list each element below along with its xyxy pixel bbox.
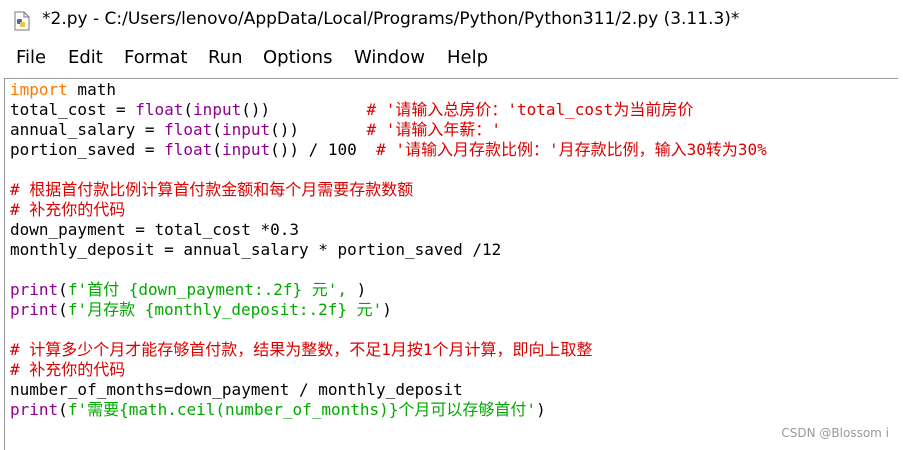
menu-options[interactable]: Options: [263, 47, 332, 68]
code-line[interactable]: annual_salary = float(input()) # '请输入年薪：…: [10, 120, 501, 140]
code-token: (: [183, 100, 194, 119]
code-token: ()): [241, 100, 367, 119]
code-token: input: [193, 100, 242, 119]
code-line[interactable]: # 补充你的代码: [10, 360, 125, 380]
code-token: (: [58, 300, 68, 319]
code-line[interactable]: number_of_months=down_payment / monthly_…: [10, 380, 463, 400]
code-token: # 补充你的代码: [10, 200, 126, 219]
code-token: # 根据首付款比例计算首付款金额和每个月需要存款数额: [10, 180, 414, 199]
code-token: f'月存款 {monthly_deposit:.2f} 元': [67, 300, 383, 319]
code-token: annual_salary =: [10, 120, 165, 139]
window-title: *2.py - C:/Users/lenovo/AppData/Local/Pr…: [42, 9, 740, 29]
code-token: (: [212, 140, 222, 159]
code-token: input: [221, 140, 271, 159]
menu-window[interactable]: Window: [354, 47, 425, 68]
code-token: ): [536, 400, 546, 419]
title-bar: *2.py - C:/Users/lenovo/AppData/Local/Pr…: [0, 0, 903, 42]
code-token: float: [164, 120, 213, 139]
code-line[interactable]: # 补充你的代码: [10, 200, 125, 220]
code-token: ): [356, 280, 367, 299]
code-editor[interactable]: import math total_cost = float(input()) #…: [4, 78, 898, 450]
code-token: number_of_months=down_payment / monthly_…: [10, 380, 463, 399]
code-token: ()) / 100: [270, 140, 377, 159]
code-token: ): [382, 300, 392, 319]
code-token: input: [221, 120, 271, 139]
code-token: # '请输入总房价：'total_cost为当前房价: [366, 100, 694, 119]
code-line[interactable]: monthly_deposit = annual_salary * portio…: [10, 240, 501, 260]
menu-format[interactable]: Format: [124, 47, 187, 68]
code-line[interactable]: print(f'月存款 {monthly_deposit:.2f} 元'): [10, 300, 392, 320]
code-token: float: [164, 140, 213, 159]
code-line[interactable]: down_payment = total_cost *0.3: [10, 220, 299, 240]
python-file-icon: [14, 11, 30, 31]
code-token: # 补充你的代码: [10, 360, 126, 379]
code-token: down_payment = total_cost *0.3: [10, 220, 299, 239]
code-token: print: [10, 280, 59, 299]
code-token: # '请输入年薪：': [366, 120, 501, 139]
code-token: print: [10, 400, 59, 419]
code-line[interactable]: # 根据首付款比例计算首付款金额和每个月需要存款数额: [10, 180, 413, 200]
code-line[interactable]: import math: [10, 80, 116, 100]
code-line[interactable]: portion_saved = float(input()) / 100 # '…: [10, 140, 767, 160]
code-token: monthly_deposit = annual_salary * portio…: [10, 240, 502, 259]
code-token: # 计算多少个月才能存够首付款，结果为整数，不足1月按1个月计算，即向上取整: [10, 340, 593, 359]
code-token: f'首付 {down_payment:.2f} 元',: [67, 280, 357, 299]
code-token: (: [58, 400, 68, 419]
menu-run[interactable]: Run: [208, 47, 243, 68]
code-token: float: [135, 100, 184, 119]
code-token: # '请输入月存款比例：'月存款比例，输入30转为30%: [376, 140, 767, 159]
code-line[interactable]: # 计算多少个月才能存够首付款，结果为整数，不足1月按1个月计算，即向上取整: [10, 340, 593, 360]
code-token: total_cost =: [10, 100, 136, 119]
menu-bar: File Edit Format Run Options Window Help: [0, 42, 903, 76]
code-token: ()): [270, 120, 367, 139]
menu-edit[interactable]: Edit: [68, 47, 103, 68]
code-token: print: [10, 300, 59, 319]
code-token: import: [10, 80, 68, 99]
code-token: (: [212, 120, 222, 139]
menu-help[interactable]: Help: [447, 47, 488, 68]
code-token: portion_saved =: [10, 140, 165, 159]
menu-file[interactable]: File: [16, 47, 46, 68]
watermark: CSDN @Blossom i: [781, 426, 889, 440]
code-token: math: [67, 80, 116, 99]
code-token: (: [58, 280, 68, 299]
code-line[interactable]: total_cost = float(input()) # '请输入总房价：'t…: [10, 100, 693, 120]
code-line[interactable]: print(f'需要{math.ceil(number_of_months)}个…: [10, 400, 546, 420]
code-token: f'需要{math.ceil(number_of_months)}个月可以存够首…: [67, 400, 537, 419]
code-line[interactable]: print(f'首付 {down_payment:.2f} 元', ): [10, 280, 366, 300]
